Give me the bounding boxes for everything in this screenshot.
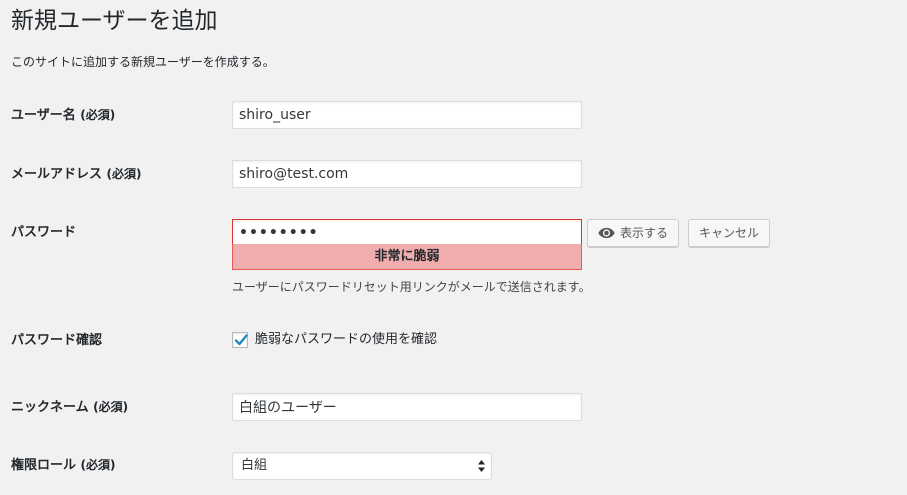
password-confirm-label: パスワード確認: [11, 332, 102, 350]
role-label: 権限ロール (必須): [11, 456, 116, 475]
email-label-text: メールアドレス: [11, 167, 103, 182]
show-password-button[interactable]: 表示する: [587, 219, 680, 247]
cancel-password-button[interactable]: キャンセル: [688, 219, 771, 247]
nickname-label-text: ニックネーム: [11, 400, 89, 415]
nickname-label: ニックネーム (必須): [11, 398, 128, 417]
email-label: メールアドレス (必須): [11, 165, 142, 184]
checkmark-icon: [234, 334, 248, 346]
password-description: ユーザーにパスワードリセット用リンクがメールで送信されます。: [232, 280, 591, 294]
username-input[interactable]: [232, 101, 582, 129]
role-select-value: 白組: [241, 458, 268, 473]
nickname-input[interactable]: [232, 393, 582, 421]
role-select[interactable]: 白組: [232, 452, 492, 480]
show-password-label: 表示する: [620, 226, 669, 240]
username-label: ユーザー名 (必須): [11, 106, 115, 125]
email-required: (必須): [106, 167, 142, 181]
role-label-text: 権限ロール: [11, 458, 77, 473]
username-required: (必須): [80, 108, 116, 122]
page-title: 新規ユーザーを追加: [11, 8, 218, 34]
password-confirm-label-text: パスワード確認: [11, 333, 103, 348]
password-label: パスワード: [11, 224, 76, 242]
weak-password-checkbox-label[interactable]: 脆弱なパスワードの使用を確認: [255, 331, 437, 349]
role-required: (必須): [80, 458, 116, 472]
select-arrows-icon: [478, 460, 485, 472]
username-label-text: ユーザー名: [11, 108, 76, 123]
cancel-password-label: キャンセル: [699, 226, 760, 240]
password-label-text: パスワード: [11, 225, 77, 240]
page-description: このサイトに追加する新規ユーザーを作成する。: [11, 55, 275, 69]
eye-icon: [598, 227, 615, 239]
password-strength-meter: 非常に脆弱: [232, 244, 582, 270]
password-input[interactable]: [232, 219, 582, 247]
weak-password-checkbox[interactable]: [232, 332, 248, 348]
nickname-required: (必須): [93, 400, 129, 414]
email-input[interactable]: [232, 160, 582, 188]
